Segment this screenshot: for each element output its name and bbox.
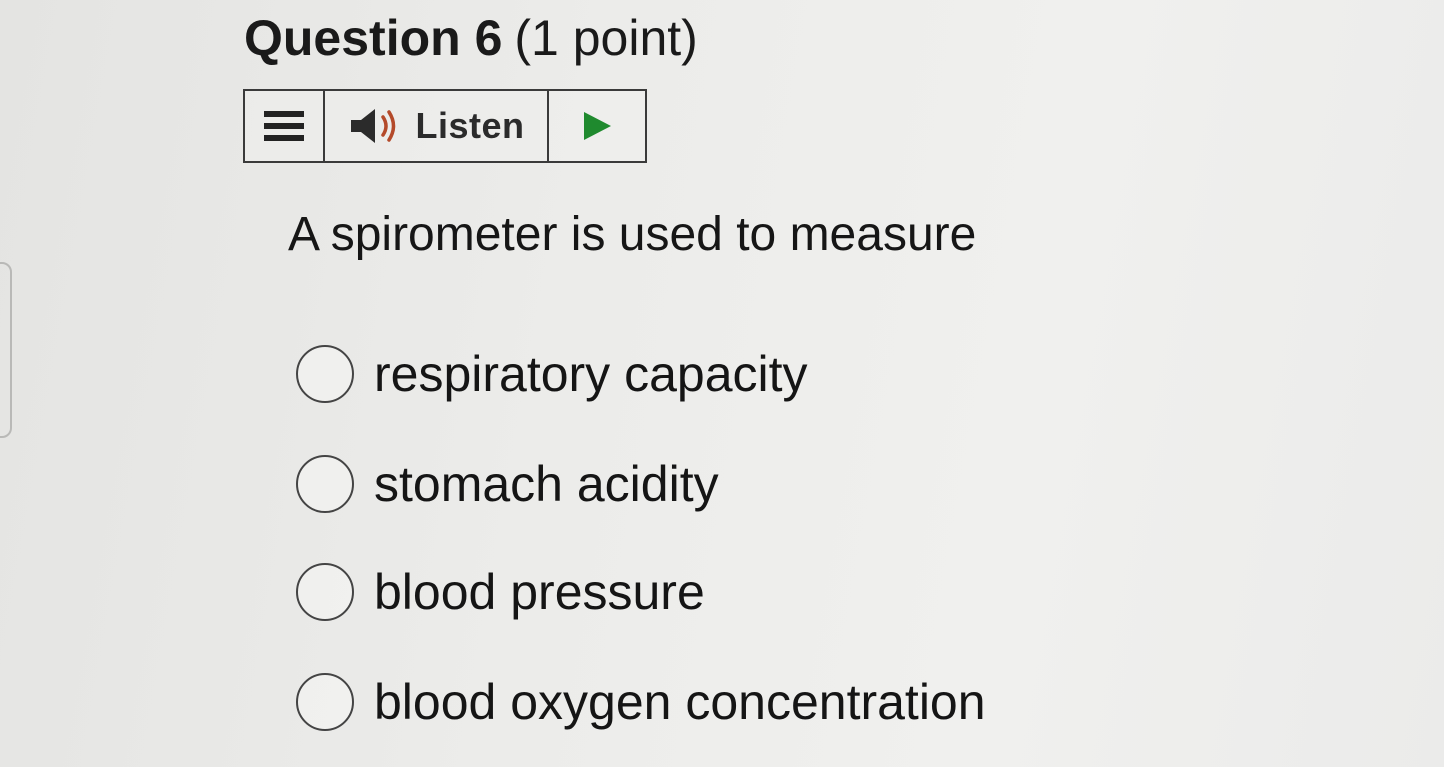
question-title: Question 6 (1 point) <box>244 8 698 68</box>
side-panel-edge <box>0 262 12 438</box>
answer-option-respiratory-capacity[interactable]: respiratory capacity <box>296 344 808 404</box>
answer-option-stomach-acidity[interactable]: stomach acidity <box>296 454 719 514</box>
answer-option-blood-pressure[interactable]: blood pressure <box>296 562 705 622</box>
option-label: blood oxygen concentration <box>374 674 986 730</box>
question-number: Question 6 <box>244 10 503 66</box>
play-icon <box>584 112 611 140</box>
question-prompt: A spirometer is used to measure <box>288 208 977 261</box>
menu-button[interactable] <box>245 91 325 161</box>
listen-label: Listen <box>415 105 525 146</box>
listen-toolbar: Listen <box>243 89 647 163</box>
hamburger-menu-icon <box>264 111 304 141</box>
radio-button[interactable] <box>296 673 354 731</box>
option-label: blood pressure <box>374 564 705 620</box>
radio-button[interactable] <box>296 455 354 513</box>
option-label: stomach acidity <box>374 456 719 512</box>
answer-option-blood-oxygen-concentration[interactable]: blood oxygen concentration <box>296 672 986 732</box>
play-button[interactable] <box>549 91 645 161</box>
radio-button[interactable] <box>296 345 354 403</box>
speaker-icon <box>351 109 396 143</box>
option-label: respiratory capacity <box>374 346 808 402</box>
radio-button[interactable] <box>296 563 354 621</box>
question-points: (1 point) <box>514 10 698 66</box>
listen-button[interactable]: Listen <box>325 91 549 161</box>
